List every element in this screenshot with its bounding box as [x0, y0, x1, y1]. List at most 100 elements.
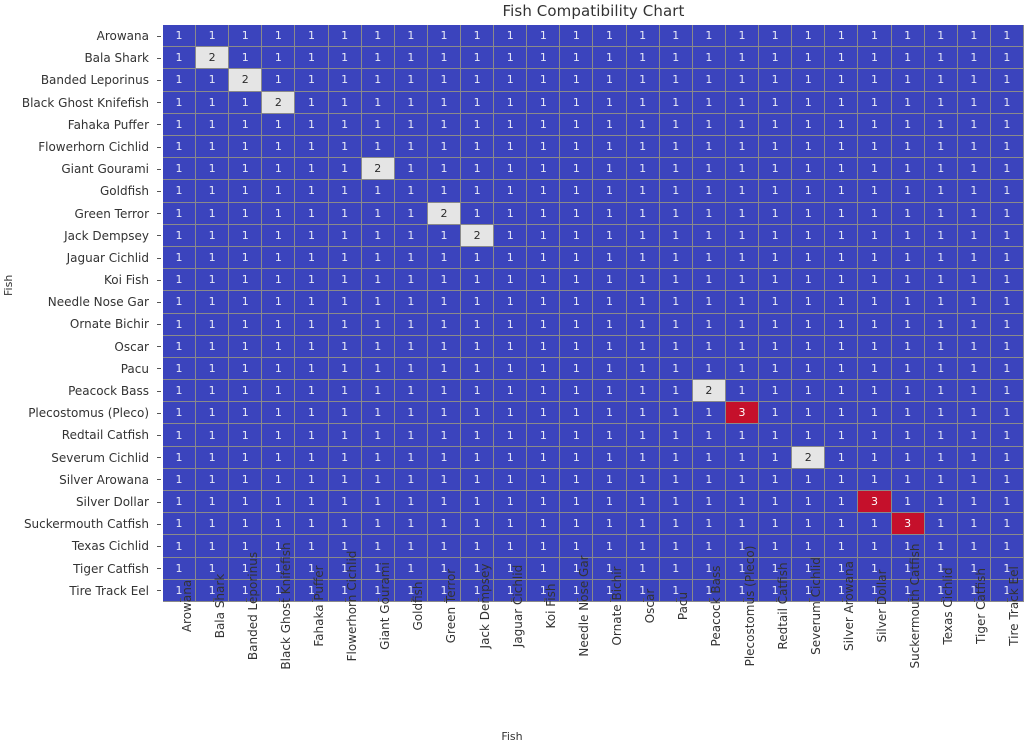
heatmap-cell: 1	[229, 47, 263, 70]
heatmap-cell: 1	[196, 180, 230, 203]
heatmap-cell: 1	[262, 335, 296, 358]
heatmap-cell: 1	[626, 402, 660, 425]
heatmap-cell: 1	[560, 180, 594, 203]
heatmap-cell: 1	[527, 69, 561, 92]
heatmap-cell: 1	[825, 91, 859, 114]
heatmap-cell: 1	[825, 135, 859, 159]
heatmap-cell: 2	[461, 224, 495, 247]
heatmap-cell: 1	[858, 158, 892, 181]
heatmap-cell: 1	[328, 69, 362, 92]
heatmap-cell: 1	[394, 513, 428, 536]
heatmap-cell: 1	[328, 91, 362, 114]
heatmap-cell: 1	[858, 468, 892, 492]
heatmap-cell: 1	[957, 491, 991, 514]
heatmap-cell: 1	[163, 69, 197, 92]
heatmap-cell: 1	[229, 158, 263, 181]
heatmap-cell: 1	[957, 535, 991, 558]
heatmap-cell: 1	[494, 180, 528, 203]
heatmap-cell: 1	[361, 135, 395, 159]
y-tick-label: Tiger Catfish	[73, 561, 149, 576]
x-tick-label: Jack Dempsey	[477, 563, 492, 649]
heatmap-cell: 1	[792, 513, 826, 536]
heatmap-cell: 1	[328, 402, 362, 425]
x-tick-group: Texas Cichlid	[925, 567, 958, 728]
heatmap-cell: 1	[858, 446, 892, 469]
heatmap-cell: 1	[593, 424, 627, 447]
heatmap-cell: 1	[295, 291, 329, 314]
heatmap-cell: 1	[792, 402, 826, 425]
heatmap-cell: 1	[461, 69, 495, 92]
y-tick-label: Goldfish	[99, 184, 149, 199]
heatmap-cell: 1	[527, 113, 561, 136]
heatmap-cell: 1	[163, 269, 197, 292]
heatmap-cell: 1	[858, 424, 892, 447]
heatmap-cell: 1	[328, 446, 362, 469]
heatmap-cell: 1	[560, 424, 594, 447]
heatmap-cell: 1	[295, 180, 329, 203]
heatmap-cell: 1	[891, 424, 925, 447]
heatmap-cell: 1	[924, 224, 958, 247]
heatmap-cell: 1	[394, 335, 428, 358]
heatmap-cell: 1	[295, 491, 329, 514]
heatmap-cell: 1	[858, 357, 892, 381]
heatmap-cell: 1	[891, 269, 925, 292]
heatmap-cell: 1	[659, 446, 693, 469]
heatmap-cell: 1	[692, 491, 726, 514]
heatmap-cell: 1	[229, 357, 263, 381]
heatmap-cell: 1	[328, 180, 362, 203]
y-tick-mark	[157, 79, 161, 81]
heatmap-cell: 1	[394, 25, 428, 48]
heatmap-cell: 1	[461, 535, 495, 558]
x-tick-label: Pacu	[676, 591, 691, 621]
heatmap-cell: 1	[427, 224, 462, 247]
y-tick-mark	[157, 57, 161, 59]
y-tick-label: Flowerhorn Cichlid	[38, 139, 149, 154]
y-tick-mark	[157, 546, 161, 548]
heatmap-cell: 1	[725, 269, 760, 292]
heatmap-cell: 1	[262, 313, 296, 336]
heatmap-cell: 1	[229, 135, 263, 159]
heatmap-cell: 1	[494, 135, 528, 159]
heatmap-cell: 1	[957, 69, 991, 92]
heatmap-cell: 1	[262, 357, 296, 381]
heatmap-cell: 1	[659, 491, 693, 514]
heatmap-cell: 1	[957, 113, 991, 136]
heatmap-cell: 1	[494, 47, 528, 70]
heatmap-cell: 1	[957, 202, 991, 225]
heatmap-cell: 1	[527, 513, 561, 536]
heatmap-cell: 1	[593, 291, 627, 314]
y-tick-mark	[157, 501, 161, 503]
x-tick-label: Tire Track Eel	[1007, 566, 1022, 646]
heatmap-cell: 1	[626, 513, 660, 536]
heatmap-cell: 1	[163, 25, 197, 48]
heatmap-cell: 1	[328, 468, 362, 492]
heatmap-cell: 1	[527, 158, 561, 181]
heatmap-cell: 1	[262, 246, 296, 270]
heatmap-cell: 1	[990, 69, 1024, 92]
heatmap-cell: 1	[990, 91, 1024, 114]
y-tick-label: Fahaka Puffer	[67, 117, 149, 132]
heatmap-cell: 1	[295, 446, 329, 469]
y-tick-label: Giant Gourami	[61, 162, 149, 177]
heatmap-cell: 1	[560, 446, 594, 469]
heatmap-cell: 1	[759, 335, 793, 358]
heatmap-cell: 1	[626, 446, 660, 469]
heatmap-cell: 1	[527, 313, 561, 336]
heatmap-cell: 1	[229, 313, 263, 336]
heatmap-cell: 1	[957, 91, 991, 114]
heatmap-cell: 1	[626, 224, 660, 247]
heatmap-cell: 1	[626, 291, 660, 314]
heatmap-cell: 1	[924, 491, 958, 514]
heatmap-cell: 1	[990, 113, 1024, 136]
heatmap-cell: 1	[626, 47, 660, 70]
heatmap-cell: 1	[361, 513, 395, 536]
heatmap-cell: 1	[759, 202, 793, 225]
heatmap-cell: 1	[295, 380, 329, 403]
heatmap-cell: 1	[295, 269, 329, 292]
heatmap-cell: 1	[229, 446, 263, 469]
x-tick-label: Arowana	[179, 579, 194, 633]
y-tick-label: Green Terror	[74, 206, 150, 221]
heatmap-cell: 1	[990, 402, 1024, 425]
heatmap-cell: 1	[427, 246, 462, 270]
heatmap-cell: 1	[659, 224, 693, 247]
